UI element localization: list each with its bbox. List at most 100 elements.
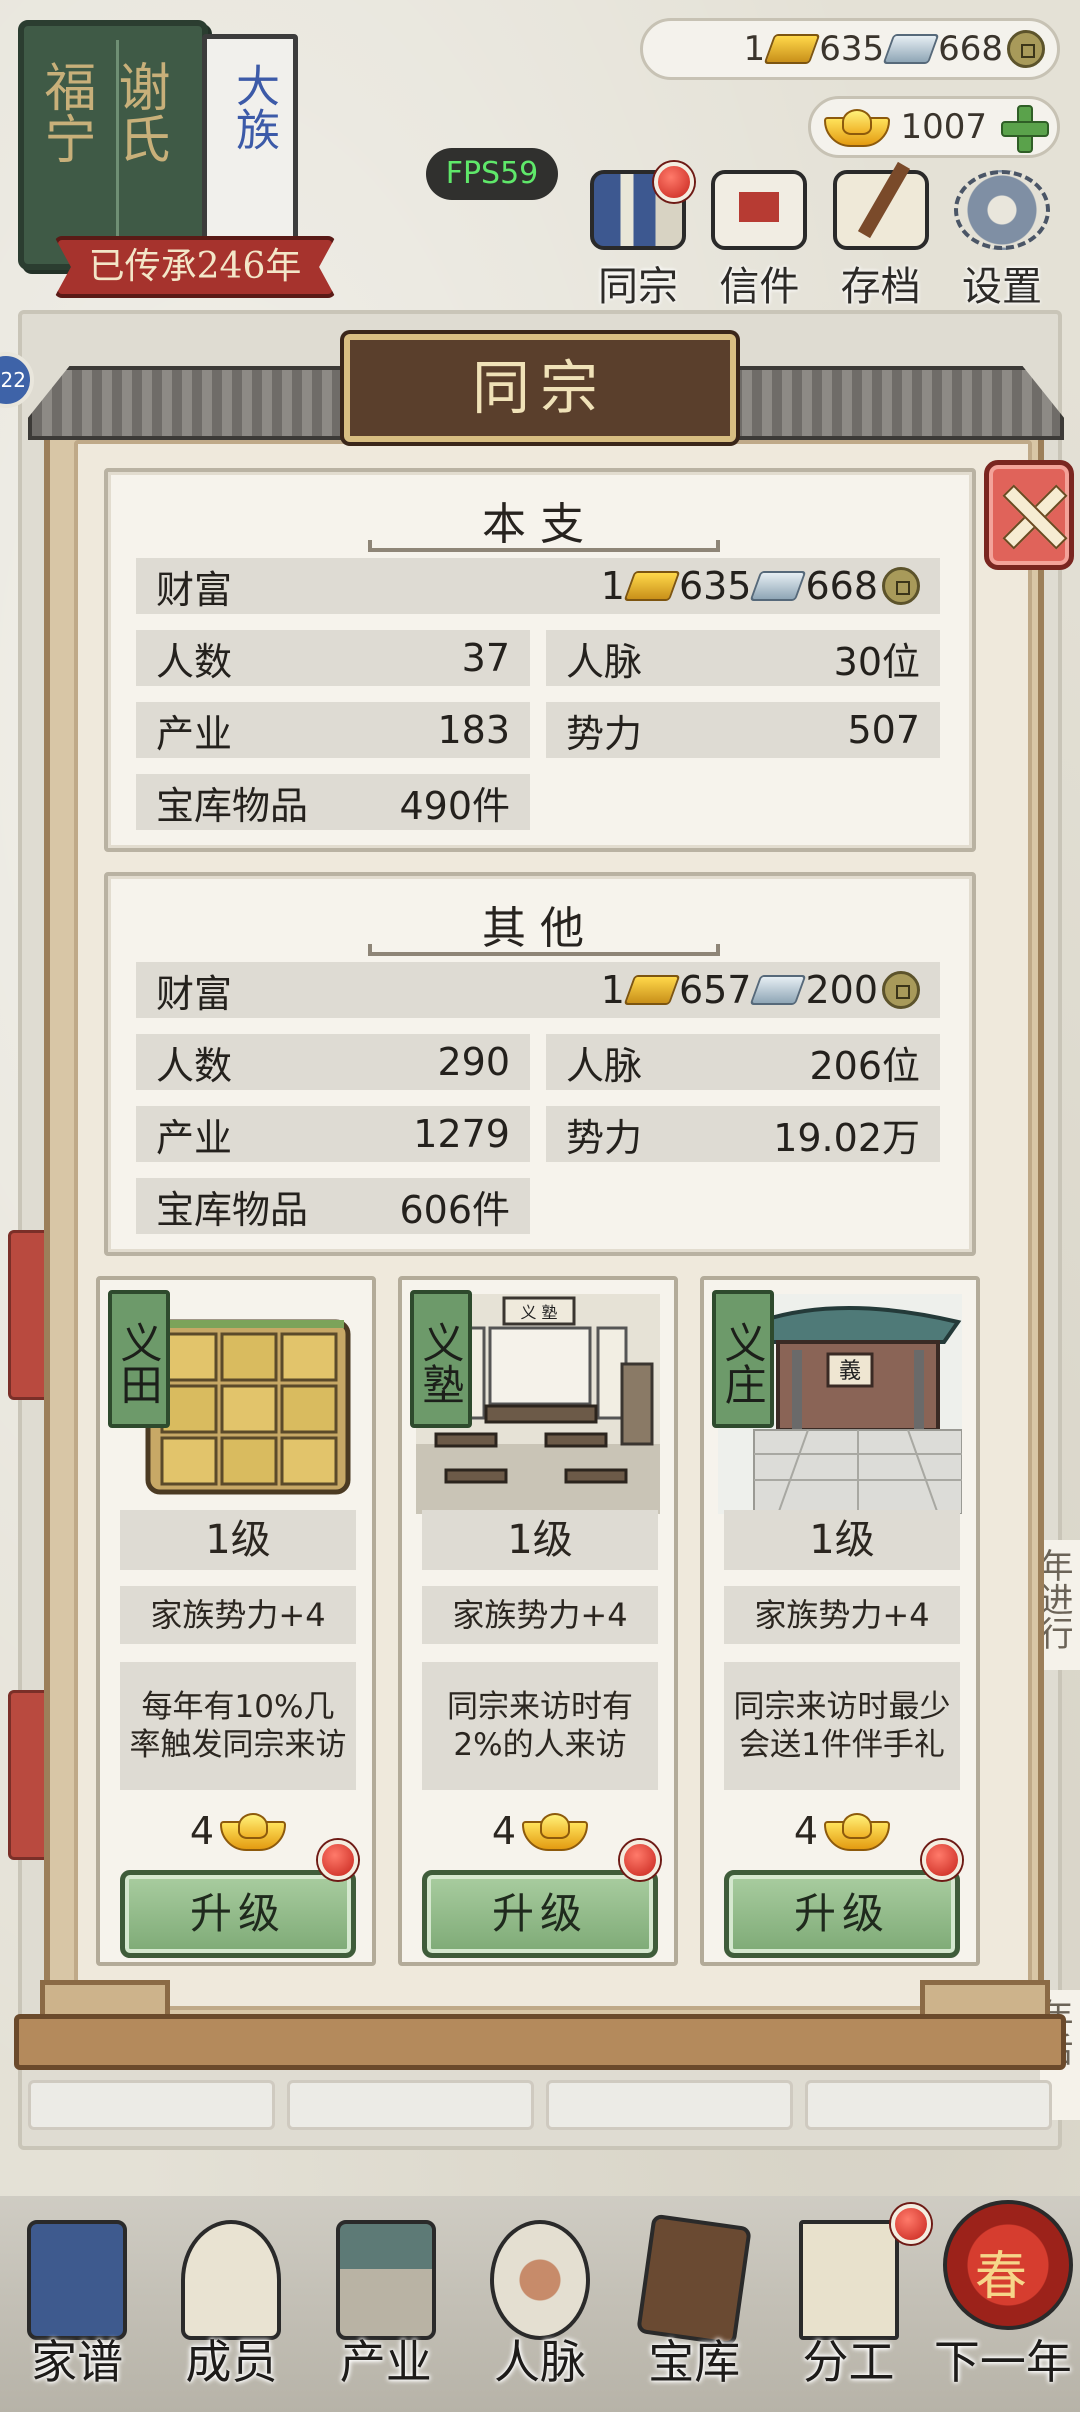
background-text-fragment: 年进行 <box>1033 1540 1080 1670</box>
power-label: 势力 <box>566 1115 643 1160</box>
power-label: 势力 <box>566 711 643 756</box>
other-branch-stats: 其他 财富 1 657 200 人数 290 人脉 206位 产业 1279 势… <box>104 872 976 1256</box>
industry-label: 产业 <box>156 1115 233 1160</box>
copper-coin-icon <box>882 971 920 1009</box>
main-branch-stats: 本支 财富 1 635 668 人数 37 人脉 30位 产业 183 势力 5… <box>104 468 976 852</box>
cost-amount: 4 <box>189 1809 215 1853</box>
building-name-tag: 义塾 <box>410 1290 472 1428</box>
building-description: 每年有10%几率触发同宗来访 <box>120 1662 356 1790</box>
people-value: 37 <box>461 636 510 680</box>
power-row: 势力 19.02万 <box>546 1106 940 1162</box>
top-nav-settings[interactable]: 设置 <box>944 170 1060 310</box>
bottom-nav-genealogy[interactable]: 家谱 <box>7 2190 147 2400</box>
power-value: 19.02万 <box>773 1115 920 1160</box>
building-name-tag: 义田 <box>108 1290 170 1428</box>
building-level: 1级 <box>120 1510 356 1570</box>
bottom-nav: 家谱 成员 产业 人脉 宝库 分工 春 下一年 <box>0 2190 1080 2412</box>
treasury-value: 490件 <box>399 783 510 828</box>
network-icon <box>489 2220 590 2340</box>
add-yuanbao-button[interactable] <box>1001 105 1049 153</box>
top-nav-label: 存档 <box>840 264 921 310</box>
bottom-nav-next-year[interactable]: 春 下一年 <box>933 2190 1073 2400</box>
school-sign: 义 塾 <box>520 1303 557 1322</box>
gold-ingot-icon <box>763 34 821 64</box>
genealogy-book-icon <box>27 2220 128 2340</box>
manor-sign: 義 <box>839 1359 861 1384</box>
power-row: 势力 507 <box>546 702 940 758</box>
building-level: 1级 <box>422 1510 658 1570</box>
building-bonus: 家族势力+4 <box>422 1586 658 1644</box>
wealth-row: 财富 1 657 200 <box>136 962 940 1018</box>
yuanbao-icon <box>824 107 891 147</box>
bottom-nav-label: 成员 <box>185 2335 278 2389</box>
gold-amount: 1 <box>600 968 625 1012</box>
treasury-label: 宝库物品 <box>156 783 309 828</box>
gold-ingot-icon <box>623 571 681 601</box>
upgrade-button[interactable]: 升级 <box>120 1870 356 1958</box>
yuanbao-bar[interactable]: 1007 <box>808 96 1060 158</box>
clan-rank-paper: 大族 <box>202 34 298 254</box>
treasury-row: 宝库物品 606件 <box>136 1178 530 1234</box>
wealth-label: 财富 <box>156 971 233 1016</box>
people-label: 人数 <box>156 639 233 684</box>
bottom-nav-network[interactable]: 人脉 <box>470 2190 610 2400</box>
panel-base-decoration <box>920 1980 1050 2016</box>
silver-amount: 635 <box>678 564 752 608</box>
building-description: 同宗来访时有2%的人来访 <box>422 1662 658 1790</box>
bottom-nav-label: 人脉 <box>493 2335 586 2389</box>
money-bar[interactable]: 1 635 668 <box>640 18 1060 80</box>
fps-counter: FPS59 <box>426 148 558 200</box>
people-value: 290 <box>437 1040 510 1084</box>
upgrade-button[interactable]: 升级 <box>724 1870 960 1958</box>
cost-amount: 4 <box>793 1809 819 1853</box>
clan-plaque[interactable]: 福宁 谢氏 大族 已传承246年 <box>14 14 336 304</box>
industry-label: 产业 <box>156 711 233 756</box>
top-nav-clan[interactable]: 同宗 <box>580 162 696 310</box>
wealth-row: 财富 1 635 668 <box>136 558 940 614</box>
building-icon <box>335 2220 436 2340</box>
building-bonus: 家族势力+4 <box>724 1586 960 1644</box>
clan-family-name: 谢氏 <box>109 60 169 164</box>
people-row: 人数 290 <box>136 1034 530 1090</box>
network-label: 人脉 <box>566 1043 643 1088</box>
treasury-row: 宝库物品 490件 <box>136 774 530 830</box>
network-row: 人脉 30位 <box>546 630 940 686</box>
gold-amount: 1 <box>743 29 766 69</box>
bottom-nav-label: 产业 <box>339 2335 432 2389</box>
yuanbao-icon <box>824 1811 891 1851</box>
industry-row: 产业 183 <box>136 702 530 758</box>
network-row: 人脉 206位 <box>546 1034 940 1090</box>
copper-amount: 200 <box>805 968 878 1012</box>
notification-dot <box>620 1840 660 1880</box>
yuanbao-amount: 1007 <box>900 107 987 147</box>
background-slots <box>18 2080 1062 2130</box>
bottom-nav-label: 宝库 <box>648 2335 741 2389</box>
gear-icon <box>953 170 1050 250</box>
power-value: 507 <box>847 708 920 752</box>
building-card-yizhuang: 義 义庄 1级 家族势力+4 同宗来访时最少会送1件伴手礼 4 升级 <box>700 1276 980 1966</box>
silver-amount: 657 <box>678 968 752 1012</box>
people-label: 人数 <box>156 1043 233 1088</box>
bottom-nav-treasury[interactable]: 宝库 <box>624 2190 764 2400</box>
season-glyph: 春 <box>974 2247 1027 2307</box>
close-button[interactable] <box>984 460 1074 570</box>
yuanbao-icon <box>220 1811 287 1851</box>
upgrade-button[interactable]: 升级 <box>422 1870 658 1958</box>
copper-amount: 668 <box>938 29 1003 69</box>
copper-coin-icon <box>1007 30 1045 68</box>
bottom-nav-industry[interactable]: 产业 <box>316 2190 456 2400</box>
bottom-nav-members[interactable]: 成员 <box>161 2190 301 2400</box>
top-nav-save[interactable]: 存档 <box>823 170 939 310</box>
bottom-nav-label: 家谱 <box>31 2335 124 2389</box>
treasury-label: 宝库物品 <box>156 1187 309 1232</box>
silver-ingot-icon <box>750 975 807 1005</box>
notification-dot <box>654 162 694 202</box>
top-nav-letters[interactable]: 信件 <box>701 170 817 310</box>
bottom-nav-division[interactable]: 分工 <box>779 2190 931 2400</box>
scroll-icon <box>798 2220 899 2340</box>
panel-base-decoration <box>40 1980 170 2016</box>
yuanbao-icon <box>522 1811 589 1851</box>
notification-dot <box>318 1840 358 1880</box>
building-card-yishu: 义 塾 义塾 1级 家族势力+4 同宗来访时有2%的人来访 4 升级 <box>398 1276 678 1966</box>
network-label: 人脉 <box>566 639 643 684</box>
